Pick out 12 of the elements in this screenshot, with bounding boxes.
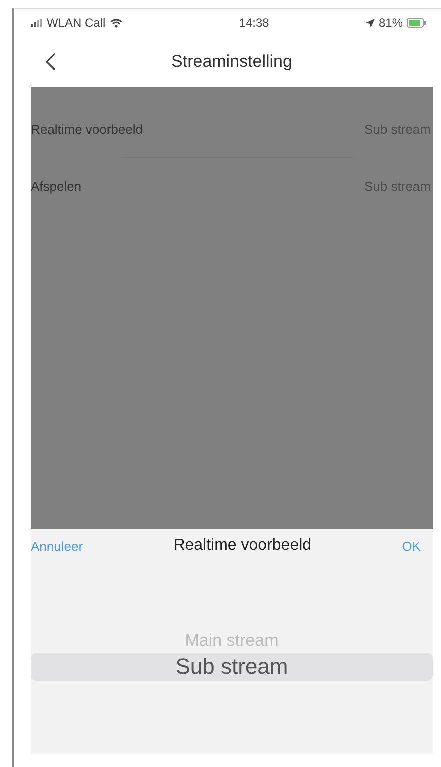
carrier-label: WLAN Call [47, 16, 106, 30]
battery-icon [407, 18, 427, 28]
picker-title: Realtime voorbeeld [174, 537, 312, 555]
wifi-icon [110, 18, 123, 28]
location-icon [366, 18, 375, 28]
ok-button[interactable]: OK [402, 536, 421, 556]
battery-percent: 81% [378, 16, 403, 30]
cancel-button[interactable]: Annuleer [31, 536, 84, 556]
clock-time: 14:38 [239, 16, 270, 30]
picker-option[interactable]: Sub stream [31, 653, 433, 681]
page-title: Streaminstelling [172, 52, 292, 72]
signal-icon [31, 19, 43, 27]
